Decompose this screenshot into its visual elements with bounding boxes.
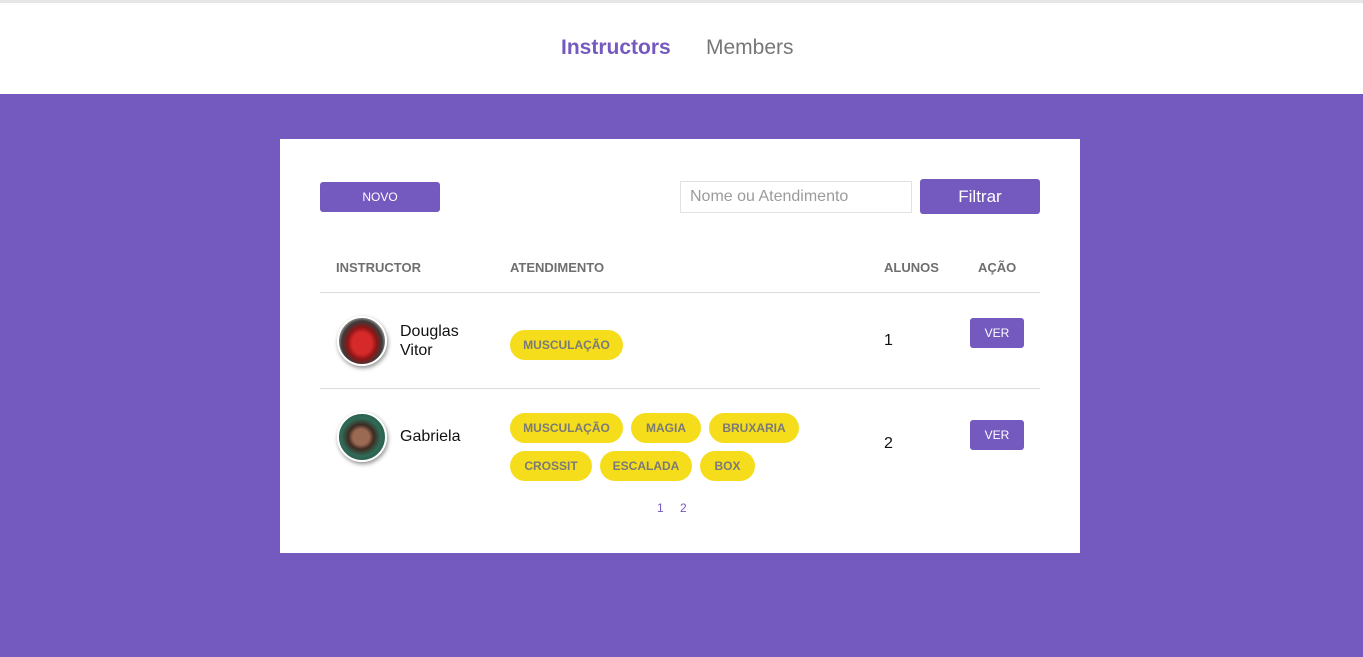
pagination-page-1[interactable]: 1: [657, 501, 664, 515]
students-count: 2: [884, 435, 893, 452]
pagination-page-2[interactable]: 2: [680, 501, 687, 515]
service-tag: CROSSIT: [510, 451, 592, 481]
table-divider: [320, 292, 1040, 293]
red-car-avatar-icon: [337, 316, 387, 366]
service-tag: ESCALADA: [600, 451, 692, 481]
service-tag: MAGIA: [631, 413, 701, 443]
search-input[interactable]: [680, 181, 912, 213]
service-tag: MUSCULAÇÃO: [510, 413, 623, 443]
nav-members-link[interactable]: Members: [706, 36, 794, 60]
view-button[interactable]: VER: [970, 318, 1024, 348]
view-button[interactable]: VER: [970, 420, 1024, 450]
instructor-name: Gabriela: [400, 428, 461, 445]
new-instructor-button[interactable]: NOVO: [320, 182, 440, 212]
woman-portrait-avatar-icon: [337, 412, 387, 462]
students-count: 1: [884, 332, 893, 349]
column-header-instructor: INSTRUCTOR: [336, 260, 421, 275]
service-tag: BOX: [700, 451, 755, 481]
filter-button[interactable]: Filtrar: [920, 179, 1040, 214]
instructor-name: Douglas Vitor: [400, 323, 459, 359]
column-header-acao: AÇÃO: [978, 260, 1017, 275]
service-tag: MUSCULAÇÃO: [510, 330, 623, 360]
nav-instructors-link[interactable]: Instructors: [561, 36, 671, 60]
top-nav: Instructors Members: [0, 3, 1363, 94]
column-header-atendimento: ATENDIMENTO: [510, 260, 605, 275]
service-tag: BRUXARIA: [709, 413, 799, 443]
column-header-alunos: ALUNOS: [884, 260, 939, 275]
instructors-card: NOVO Filtrar INSTRUCTOR ATENDIMENTO ALUN…: [280, 139, 1080, 553]
table-divider: [320, 388, 1040, 389]
